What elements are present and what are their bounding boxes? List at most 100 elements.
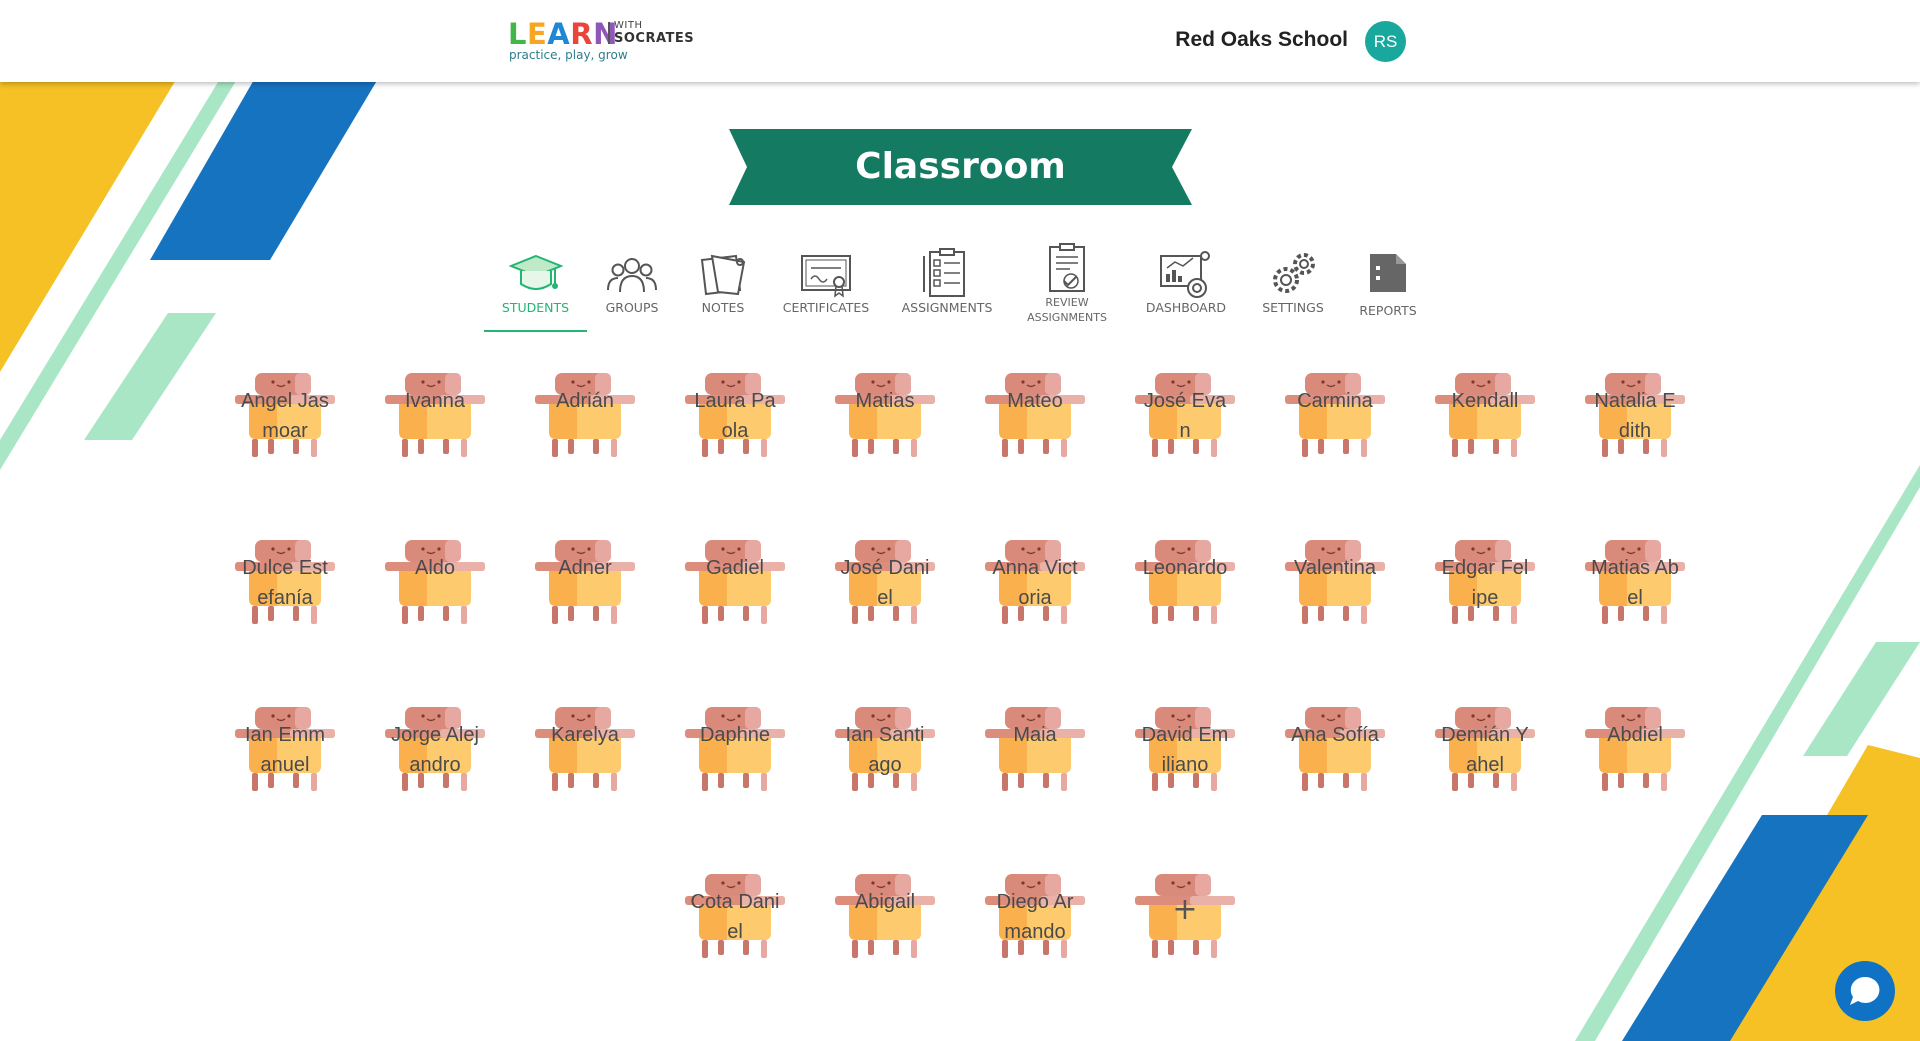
student-desk[interactable]: Ana Sofía bbox=[1280, 698, 1390, 808]
student-name: Aldo bbox=[414, 557, 456, 579]
tab-review-assignments[interactable]: REVIEW ASSIGNMENTS bbox=[1018, 243, 1116, 325]
tab-dashboard[interactable]: DASHBOARD bbox=[1138, 248, 1234, 320]
student-desk[interactable]: Edgar Felipe bbox=[1430, 531, 1540, 641]
plus-icon: + bbox=[1172, 892, 1198, 927]
student-name: Abdiel bbox=[1607, 724, 1663, 746]
student-desk[interactable]: Kendall bbox=[1430, 364, 1540, 474]
tab-settings[interactable]: SETTINGS bbox=[1254, 248, 1332, 320]
student-desk[interactable]: Adrián bbox=[530, 364, 640, 474]
student-desk[interactable]: Ian Santiago bbox=[830, 698, 940, 808]
student-desk[interactable]: Aldo bbox=[380, 531, 490, 641]
student-desk[interactable]: Adner bbox=[530, 531, 640, 641]
student-desk[interactable]: Demián Yahel bbox=[1430, 698, 1540, 808]
top-header: LEARN WITH SOCRATES practice, play, grow… bbox=[0, 0, 1920, 82]
student-desk[interactable]: José Daniel bbox=[830, 531, 940, 641]
page-title-banner: Classroom bbox=[729, 129, 1192, 205]
logo-socrates: SOCRATES bbox=[614, 31, 695, 46]
logo-separator bbox=[608, 22, 610, 44]
student-name: Laura Paola bbox=[694, 390, 776, 442]
student-desk[interactable]: Ivanna bbox=[380, 364, 490, 474]
student-name: Ana Sofía bbox=[1291, 724, 1379, 746]
student-name: Matias Abel bbox=[1591, 557, 1679, 609]
student-desk[interactable]: Maia bbox=[980, 698, 1090, 808]
tab-groups[interactable]: GROUPS bbox=[596, 248, 668, 320]
chat-button[interactable] bbox=[1835, 961, 1895, 1021]
student-desk[interactable]: Leonardo bbox=[1130, 531, 1240, 641]
student-name: Karelya bbox=[551, 724, 619, 746]
tab-label: REPORTS bbox=[1359, 303, 1417, 318]
student-desk[interactable]: Mateo bbox=[980, 364, 1090, 474]
student-name: Dulce Estefanía bbox=[242, 557, 328, 609]
tab-students[interactable]: STUDENTS bbox=[484, 248, 587, 320]
learn-with-socrates-logo[interactable]: LEARN WITH SOCRATES practice, play, grow bbox=[508, 17, 694, 62]
tab-label: SETTINGS bbox=[1262, 300, 1324, 315]
student-desk[interactable]: Matias bbox=[830, 364, 940, 474]
user-avatar[interactable]: RS bbox=[1365, 21, 1406, 62]
student-name: Ivanna bbox=[404, 390, 466, 412]
student-desk[interactable]: David Emiliano bbox=[1130, 698, 1240, 808]
student-name: Adner bbox=[558, 557, 612, 579]
student-name: Diego Armando bbox=[996, 891, 1074, 943]
student-name: Edgar Felipe bbox=[1441, 557, 1529, 609]
student-name: Adrián bbox=[556, 390, 614, 412]
student-desk[interactable]: Jorge Alejandro bbox=[380, 698, 490, 808]
student-name: Carmina bbox=[1297, 390, 1373, 412]
student-name: Angel Jasmoar bbox=[241, 390, 329, 442]
student-name: Anna Victoria bbox=[992, 557, 1078, 609]
student-name: Valentina bbox=[1294, 557, 1376, 579]
logo-wordmark: LEARN bbox=[508, 17, 618, 51]
people-icon bbox=[607, 258, 657, 293]
gears-icon bbox=[1273, 253, 1315, 293]
student-name: Kendall bbox=[1451, 390, 1519, 412]
student-desk[interactable]: Laura Paola bbox=[680, 364, 790, 474]
student-desk[interactable]: Matias Abel bbox=[1580, 531, 1690, 641]
dashboard-chart-icon bbox=[1160, 251, 1210, 298]
student-desk[interactable]: Cota Daniel bbox=[680, 865, 790, 975]
tab-assignments[interactable]: ASSIGNMENTS bbox=[896, 248, 998, 320]
add-student-button[interactable]: + bbox=[1130, 865, 1240, 975]
tab-label: GROUPS bbox=[605, 300, 659, 315]
tab-label: NOTES bbox=[701, 300, 745, 315]
student-desk[interactable]: Karelya bbox=[530, 698, 640, 808]
tab-reports[interactable]: REPORTS bbox=[1352, 248, 1424, 320]
tab-label: STUDENTS bbox=[501, 300, 570, 315]
student-name: Mateo bbox=[1007, 390, 1063, 412]
tab-label: CERTIFICATES bbox=[782, 300, 870, 315]
student-desk[interactable]: Gadiel bbox=[680, 531, 790, 641]
review-document-icon bbox=[1049, 243, 1085, 292]
student-desk[interactable]: Ian Emmanuel bbox=[230, 698, 340, 808]
student-name: Ian Santiago bbox=[845, 724, 925, 776]
student-name: José Evan bbox=[1143, 390, 1227, 442]
student-desk[interactable]: Carmina bbox=[1280, 364, 1390, 474]
tab-label: ASSIGNMENTS bbox=[901, 300, 993, 315]
tab-label-line2: ASSIGNMENTS bbox=[1027, 311, 1107, 324]
student-desk[interactable]: Abigail bbox=[830, 865, 940, 975]
tab-label-line1: REVIEW bbox=[1045, 296, 1089, 309]
certificate-icon bbox=[801, 255, 851, 298]
student-name: Gadiel bbox=[706, 557, 764, 579]
student-desk[interactable]: José Evan bbox=[1130, 364, 1240, 474]
tab-notes[interactable]: NOTES bbox=[688, 248, 758, 320]
graduation-cap-icon bbox=[508, 254, 563, 290]
school-name: Red Oaks School bbox=[1175, 28, 1348, 51]
student-desk[interactable]: Anna Victoria bbox=[980, 531, 1090, 641]
student-name: David Emiliano bbox=[1141, 724, 1229, 776]
student-desk[interactable]: Angel Jasmoar bbox=[230, 364, 340, 474]
student-desk[interactable]: Daphne bbox=[680, 698, 790, 808]
student-desk[interactable]: Dulce Estefanía bbox=[230, 531, 340, 641]
student-desk[interactable]: Abdiel bbox=[1580, 698, 1690, 808]
student-desk[interactable]: Valentina bbox=[1280, 531, 1390, 641]
student-name: Abigail bbox=[854, 891, 916, 913]
tab-certificates[interactable]: CERTIFICATES bbox=[776, 248, 876, 320]
student-name: Cota Daniel bbox=[690, 891, 780, 943]
student-desk[interactable]: Natalia Edith bbox=[1580, 364, 1690, 474]
active-tab-indicator bbox=[484, 330, 587, 332]
student-desk[interactable]: Diego Armando bbox=[980, 865, 1090, 975]
student-name: José Daniel bbox=[840, 557, 930, 609]
checklist-icon bbox=[923, 248, 965, 297]
student-name: Daphne bbox=[699, 724, 771, 746]
tab-label: DASHBOARD bbox=[1145, 300, 1227, 315]
student-name: Ian Emmanuel bbox=[244, 724, 326, 776]
student-name: Leonardo bbox=[1142, 557, 1228, 579]
student-name: Natalia Edith bbox=[1594, 390, 1676, 442]
